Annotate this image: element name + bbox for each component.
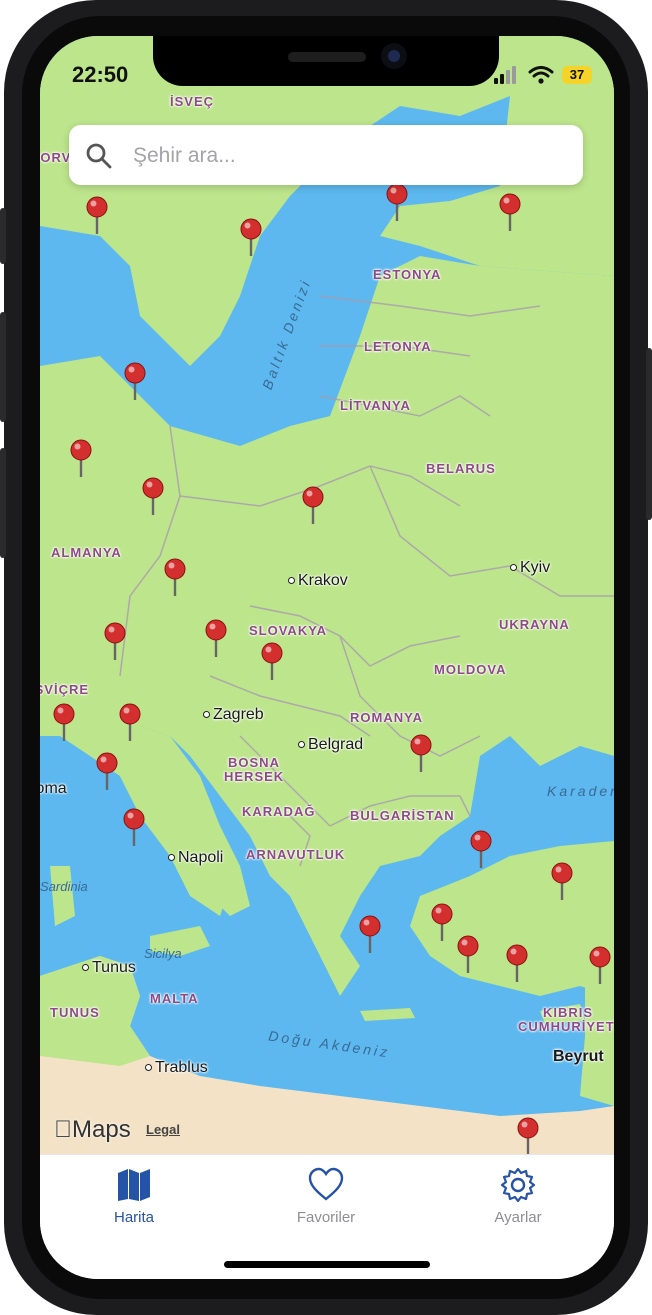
country-label: ARNAVUTLUK — [246, 847, 346, 862]
map-pin-icon[interactable] — [204, 619, 228, 659]
tab-settings[interactable]: Ayarlar — [458, 1167, 578, 1227]
notch — [153, 36, 499, 86]
battery-indicator: 37 — [562, 66, 592, 84]
wifi-icon — [528, 66, 554, 84]
maps-attribution: Maps — [54, 1116, 131, 1143]
map-pin-icon[interactable] — [69, 439, 93, 479]
country-label: İSVİÇRE — [40, 682, 90, 697]
home-indicator — [224, 1261, 430, 1268]
mute-switch — [0, 208, 6, 264]
tab-label: Harita — [113, 1209, 154, 1226]
map-pin-icon[interactable] — [85, 196, 109, 236]
country-label: LİTVANYA — [340, 398, 411, 413]
country-label: LETONYA — [364, 339, 432, 354]
power-button — [646, 348, 652, 520]
tab-map[interactable]: Harita — [74, 1167, 194, 1227]
tab-label: Ayarlar — [494, 1209, 542, 1226]
tab-label: Favoriler — [296, 1209, 356, 1226]
map-pin-icon[interactable] — [516, 1117, 540, 1157]
region-label: Sardinia — [40, 879, 88, 894]
map-pin-icon[interactable] — [469, 830, 493, 870]
map-pin-icon[interactable] — [550, 862, 574, 902]
country-label: ROMANYA — [350, 710, 423, 725]
map-pin-icon[interactable] — [239, 218, 263, 258]
city-label: Belgrad — [298, 736, 363, 754]
speaker — [288, 52, 366, 62]
map-pin-icon[interactable] — [141, 477, 165, 517]
region-label: Sicilya — [144, 946, 182, 961]
map-pin-icon[interactable] — [409, 734, 433, 774]
status-icons: 37 — [494, 66, 598, 84]
map-icon — [118, 1169, 150, 1201]
country-label: BELARUS — [426, 461, 496, 476]
map-pin-icon[interactable] — [122, 808, 146, 848]
cellular-signal-icon — [494, 66, 516, 84]
country-label: SLOVAKYA — [249, 623, 328, 638]
country-label: MOLDOVA — [434, 662, 507, 677]
country-label: MALTA — [150, 991, 199, 1006]
map-pin-icon[interactable] — [118, 703, 142, 743]
search-input[interactable] — [131, 139, 565, 173]
map-pin-icon[interactable] — [301, 486, 325, 526]
country-label: BOSNA HERSEK — [224, 755, 285, 784]
volume-up-button — [0, 312, 6, 422]
map-pin-icon[interactable] — [163, 558, 187, 598]
map-pin-icon[interactable] — [498, 193, 522, 233]
search-icon — [86, 143, 112, 169]
map-pin-icon[interactable] — [260, 642, 284, 682]
country-label: ESTONYA — [373, 267, 442, 282]
city-label: Zagreb — [203, 706, 264, 724]
city-label: Beyrut — [553, 1048, 604, 1065]
status-time: 22:50 — [72, 62, 129, 87]
city-label: Napoli — [168, 849, 223, 867]
city-label: Trablus — [145, 1059, 208, 1077]
map-pin-icon[interactable] — [505, 944, 529, 984]
volume-down-button — [0, 448, 6, 558]
city-label: Tunus — [82, 959, 136, 977]
country-label: KARADAĞ — [242, 804, 316, 819]
heart-icon — [308, 1167, 344, 1201]
country-label: TUNUS — [50, 1005, 100, 1020]
map-pin-icon[interactable] — [358, 915, 382, 955]
country-label: ALMANYA — [51, 545, 122, 560]
map-canvas[interactable] — [40, 36, 614, 1154]
city-label: Roma — [40, 780, 67, 797]
sea-label: Karadeniz — [547, 783, 614, 799]
search-bar[interactable] — [69, 125, 583, 185]
map-view[interactable]: İSVEÇ NORVEÇ ESTONYA LETONYA LİTVANYA BE… — [40, 36, 614, 1157]
country-label: KIBRIS CUMHURİYETİ — [518, 1005, 614, 1034]
city-label: Krakov — [288, 572, 348, 590]
country-label: BULGARİSTAN — [350, 808, 455, 823]
map-pin-icon[interactable] — [95, 752, 119, 792]
gear-icon — [500, 1167, 536, 1203]
country-label: İSVEÇ — [170, 94, 215, 109]
map-pin-icon[interactable] — [123, 362, 147, 402]
country-label: UKRAYNA — [499, 617, 570, 632]
front-camera — [381, 43, 407, 69]
tab-favorites[interactable]: Favoriler — [266, 1167, 386, 1227]
legal-link[interactable]: Legal — [146, 1122, 180, 1137]
map-pin-icon[interactable] — [430, 903, 454, 943]
map-pin-icon[interactable] — [52, 703, 76, 743]
map-pin-icon[interactable] — [588, 946, 612, 986]
screen: İSVEÇ NORVEÇ ESTONYA LETONYA LİTVANYA BE… — [40, 36, 614, 1279]
map-pin-icon[interactable] — [456, 935, 480, 975]
map-pin-icon[interactable] — [103, 622, 127, 662]
map-pin-icon[interactable] — [385, 183, 409, 223]
city-label: Kyiv — [510, 559, 550, 577]
